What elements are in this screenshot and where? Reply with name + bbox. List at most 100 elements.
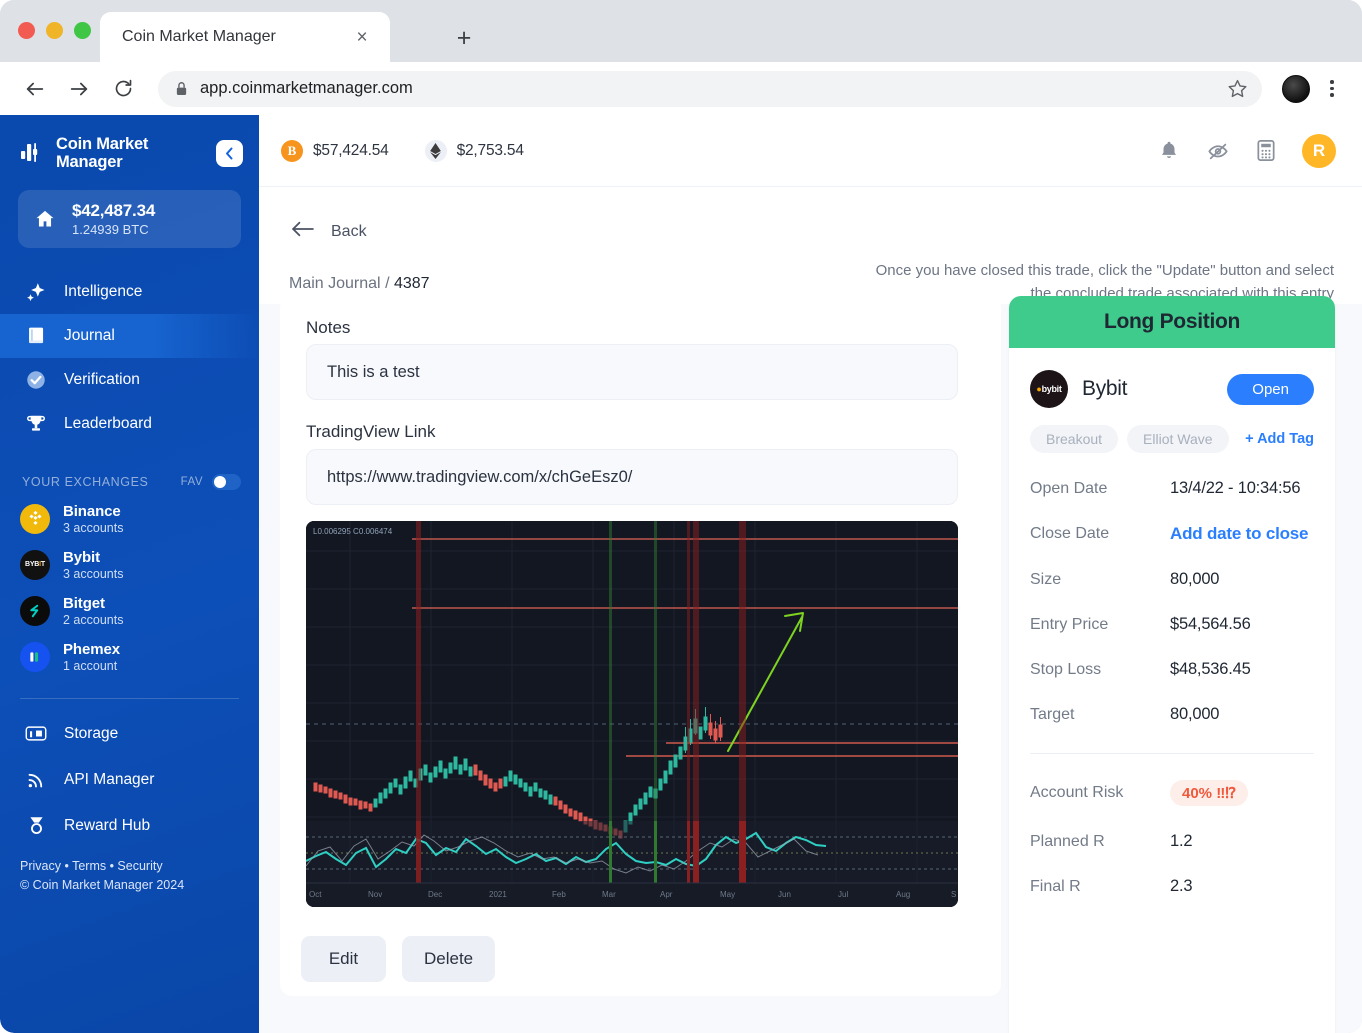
exchanges-title: YOUR EXCHANGES bbox=[22, 475, 148, 489]
delete-button[interactable]: Delete bbox=[402, 936, 495, 982]
close-tab-icon[interactable]: × bbox=[350, 25, 374, 49]
eye-off-icon[interactable] bbox=[1206, 140, 1230, 162]
sidebar-item-reward-hub[interactable]: Reward Hub bbox=[0, 803, 259, 849]
brand-name: Coin Market Manager bbox=[56, 135, 148, 172]
notes-input[interactable]: This is a test bbox=[306, 344, 958, 400]
app-root: Coin Market Manager $42,487.34 1.24939 B… bbox=[0, 115, 1362, 1033]
bookmark-star-icon[interactable] bbox=[1227, 78, 1248, 104]
fav-toggle[interactable] bbox=[212, 474, 241, 490]
browser-tabstrip: Coin Market Manager × + bbox=[0, 0, 1362, 62]
page-content: Notes This is a test TradingView Link ht… bbox=[259, 304, 1362, 1033]
trophy-icon bbox=[22, 413, 50, 435]
exchange-item-phemex[interactable]: Phemex 1 account bbox=[0, 634, 259, 680]
brand-line-1: Coin Market bbox=[56, 135, 148, 153]
back-icon[interactable] bbox=[16, 70, 54, 108]
exchange-accounts: 3 accounts bbox=[63, 567, 123, 581]
sidebar-item-leaderboard[interactable]: Leaderboard bbox=[0, 402, 259, 446]
detail-value: 1.2 bbox=[1170, 832, 1192, 851]
status-badge[interactable]: Open bbox=[1227, 374, 1314, 405]
browser-tab[interactable]: Coin Market Manager × bbox=[100, 12, 390, 62]
breadcrumb-separator: / bbox=[385, 275, 389, 292]
sidebar-footer: Privacy • Terms • Security © Coin Market… bbox=[0, 849, 259, 895]
detail-row-open-date: Open Date 13/4/22 - 10:34:56 bbox=[1030, 479, 1314, 498]
ticker-btc: B $57,424.54 bbox=[281, 140, 389, 162]
lock-icon bbox=[172, 81, 190, 96]
app-topbar: B $57,424.54 $2,753.54 R bbox=[259, 115, 1362, 187]
reload-icon[interactable] bbox=[104, 70, 142, 108]
medal-icon bbox=[22, 815, 50, 836]
balance-btc: 1.24939 BTC bbox=[72, 222, 155, 237]
kebab-menu-icon[interactable] bbox=[1318, 80, 1346, 97]
exchange-accounts: 2 accounts bbox=[63, 613, 123, 627]
browser-profile-avatar[interactable] bbox=[1282, 75, 1310, 103]
position-exchange-row: ●bybit Bybit Open bbox=[1030, 370, 1314, 408]
exchange-item-binance[interactable]: Binance 3 accounts bbox=[0, 496, 259, 542]
edit-button[interactable]: Edit bbox=[301, 936, 386, 982]
back-label: Back bbox=[331, 223, 367, 241]
detail-row-target: Target 80,000 bbox=[1030, 705, 1314, 724]
detail-label: Stop Loss bbox=[1030, 661, 1170, 679]
detail-label: Planned R bbox=[1030, 833, 1170, 851]
forward-icon[interactable] bbox=[60, 70, 98, 108]
detail-label: Final R bbox=[1030, 878, 1170, 896]
tag-chip[interactable]: Elliot Wave bbox=[1127, 425, 1229, 453]
svg-text:Feb: Feb bbox=[552, 890, 566, 899]
calculator-icon[interactable] bbox=[1256, 139, 1276, 162]
exchange-name: Bybit bbox=[1082, 377, 1127, 401]
tradingview-link-input[interactable]: https://www.tradingview.com/x/chGeEsz0/ bbox=[306, 449, 958, 505]
address-bar[interactable]: app.coinmarketmanager.com bbox=[158, 71, 1262, 107]
sidebar-item-api-manager[interactable]: API Manager bbox=[0, 757, 259, 803]
detail-label: Size bbox=[1030, 571, 1170, 589]
notification-bell-icon[interactable] bbox=[1158, 139, 1180, 162]
svg-text:Aug: Aug bbox=[896, 890, 910, 899]
phemex-logo-icon bbox=[20, 642, 50, 672]
svg-text:Jul: Jul bbox=[838, 890, 848, 899]
sidebar-divider bbox=[20, 698, 239, 699]
tag-row: Breakout Elliot Wave + Add Tag bbox=[1030, 425, 1314, 453]
sidebar-item-intelligence[interactable]: Intelligence bbox=[0, 270, 259, 314]
sidebar-item-label: Verification bbox=[64, 371, 140, 389]
new-tab-icon[interactable]: + bbox=[448, 22, 480, 54]
exchanges-header: YOUR EXCHANGES FAV bbox=[0, 456, 259, 496]
btc-price: $57,424.54 bbox=[313, 142, 389, 160]
svg-text:Oct: Oct bbox=[309, 890, 322, 899]
tradingview-chart-image[interactable]: OctNovDec 2021FebMar AprMayJun JulAugS L… bbox=[306, 521, 958, 907]
sidebar-item-storage[interactable]: I Storage bbox=[0, 711, 259, 757]
svg-text:I: I bbox=[30, 732, 32, 739]
detail-row-size: Size 80,000 bbox=[1030, 570, 1314, 589]
exchange-item-bitget[interactable]: Bitget 2 accounts bbox=[0, 588, 259, 634]
sidebar-item-verification[interactable]: Verification bbox=[0, 358, 259, 402]
maximize-window-button[interactable] bbox=[74, 22, 91, 39]
sidebar-item-label: API Manager bbox=[64, 771, 154, 789]
breadcrumb-parent[interactable]: Main Journal bbox=[289, 275, 381, 292]
detail-row-close-date: Close Date Add date to close bbox=[1030, 524, 1314, 544]
window-controls[interactable] bbox=[18, 22, 91, 39]
sidebar-nav: Intelligence Journal Verification bbox=[0, 270, 259, 446]
minimize-window-button[interactable] bbox=[46, 22, 63, 39]
exchange-item-bybit[interactable]: BYBIT Bybit 3 accounts bbox=[0, 542, 259, 588]
sidebar-item-label: Intelligence bbox=[64, 283, 142, 301]
ethereum-icon bbox=[425, 140, 447, 162]
svg-text:Nov: Nov bbox=[368, 890, 382, 899]
close-window-button[interactable] bbox=[18, 22, 35, 39]
api-signal-icon bbox=[22, 769, 50, 790]
detail-row-planned-r: Planned R 1.2 bbox=[1030, 832, 1314, 851]
balance-amount: $42,487.34 bbox=[72, 201, 155, 221]
user-avatar[interactable]: R bbox=[1302, 134, 1336, 168]
footer-links[interactable]: Privacy • Terms • Security bbox=[20, 857, 259, 876]
fav-label: FAV bbox=[181, 476, 203, 488]
balance-card[interactable]: $42,487.34 1.24939 BTC bbox=[18, 190, 241, 248]
ticker-eth: $2,753.54 bbox=[425, 140, 524, 162]
position-card: Long Position ●bybit Bybit Open Breakout… bbox=[1009, 296, 1335, 1033]
collapse-sidebar-button[interactable] bbox=[216, 140, 243, 167]
add-tag-button[interactable]: + Add Tag bbox=[1245, 431, 1314, 447]
add-close-date-link[interactable]: Add date to close bbox=[1170, 524, 1308, 544]
tag-chip[interactable]: Breakout bbox=[1030, 425, 1118, 453]
sidebar-item-journal[interactable]: Journal bbox=[0, 314, 259, 358]
brand[interactable]: Coin Market Manager bbox=[0, 115, 259, 172]
page-subheader: Back Main Journal / 4387 Once you have c… bbox=[259, 187, 1362, 304]
back-button[interactable]: Back bbox=[291, 220, 367, 243]
panel-divider bbox=[1030, 753, 1314, 754]
eth-price: $2,753.54 bbox=[457, 142, 524, 160]
detail-value: 2.3 bbox=[1170, 877, 1192, 896]
